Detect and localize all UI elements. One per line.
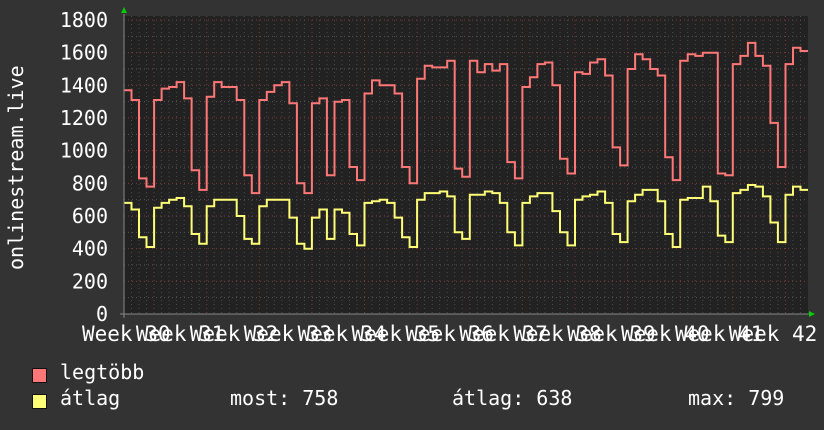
chart: 020040060080010001200140016001800 Week 3… (60, 7, 817, 346)
x-axis-arrow-icon (809, 311, 815, 317)
plot-area (124, 16, 808, 314)
legend-swatch-max (32, 368, 47, 383)
legend-label-avg: átlag (60, 386, 121, 410)
y-tick-label: 1400 (60, 73, 108, 97)
y-tick-label: 1200 (60, 106, 108, 130)
y-tick-label: 800 (72, 171, 108, 195)
legend-label-max: legtöbb (60, 360, 145, 384)
y-tick-label: 200 (72, 269, 108, 293)
stat-avg: átlag: 638 (452, 386, 573, 410)
x-tick-label: Week 42 (729, 322, 818, 346)
x-tick-labels: Week 30Week 31Week 32Week 33Week 34Week … (82, 322, 817, 346)
legend-item-avg: átlag most: 758 átlag: 638 max: 799 (0, 386, 824, 416)
y-tick-label: 400 (72, 237, 108, 261)
legend-swatch-avg (32, 394, 47, 409)
y-tick-labels: 020040060080010001200140016001800 (60, 8, 108, 326)
y-tick-label: 600 (72, 204, 108, 228)
stat-now: most: 758 (230, 386, 339, 410)
y-tick-label: 1600 (60, 41, 108, 65)
y-axis-label: onlinestream.live (4, 65, 28, 270)
y-axis-arrow-icon (121, 7, 127, 13)
y-tick-label: 1000 (60, 139, 108, 163)
y-tick-label: 1800 (60, 8, 108, 32)
stat-max: max: 799 (688, 386, 785, 410)
